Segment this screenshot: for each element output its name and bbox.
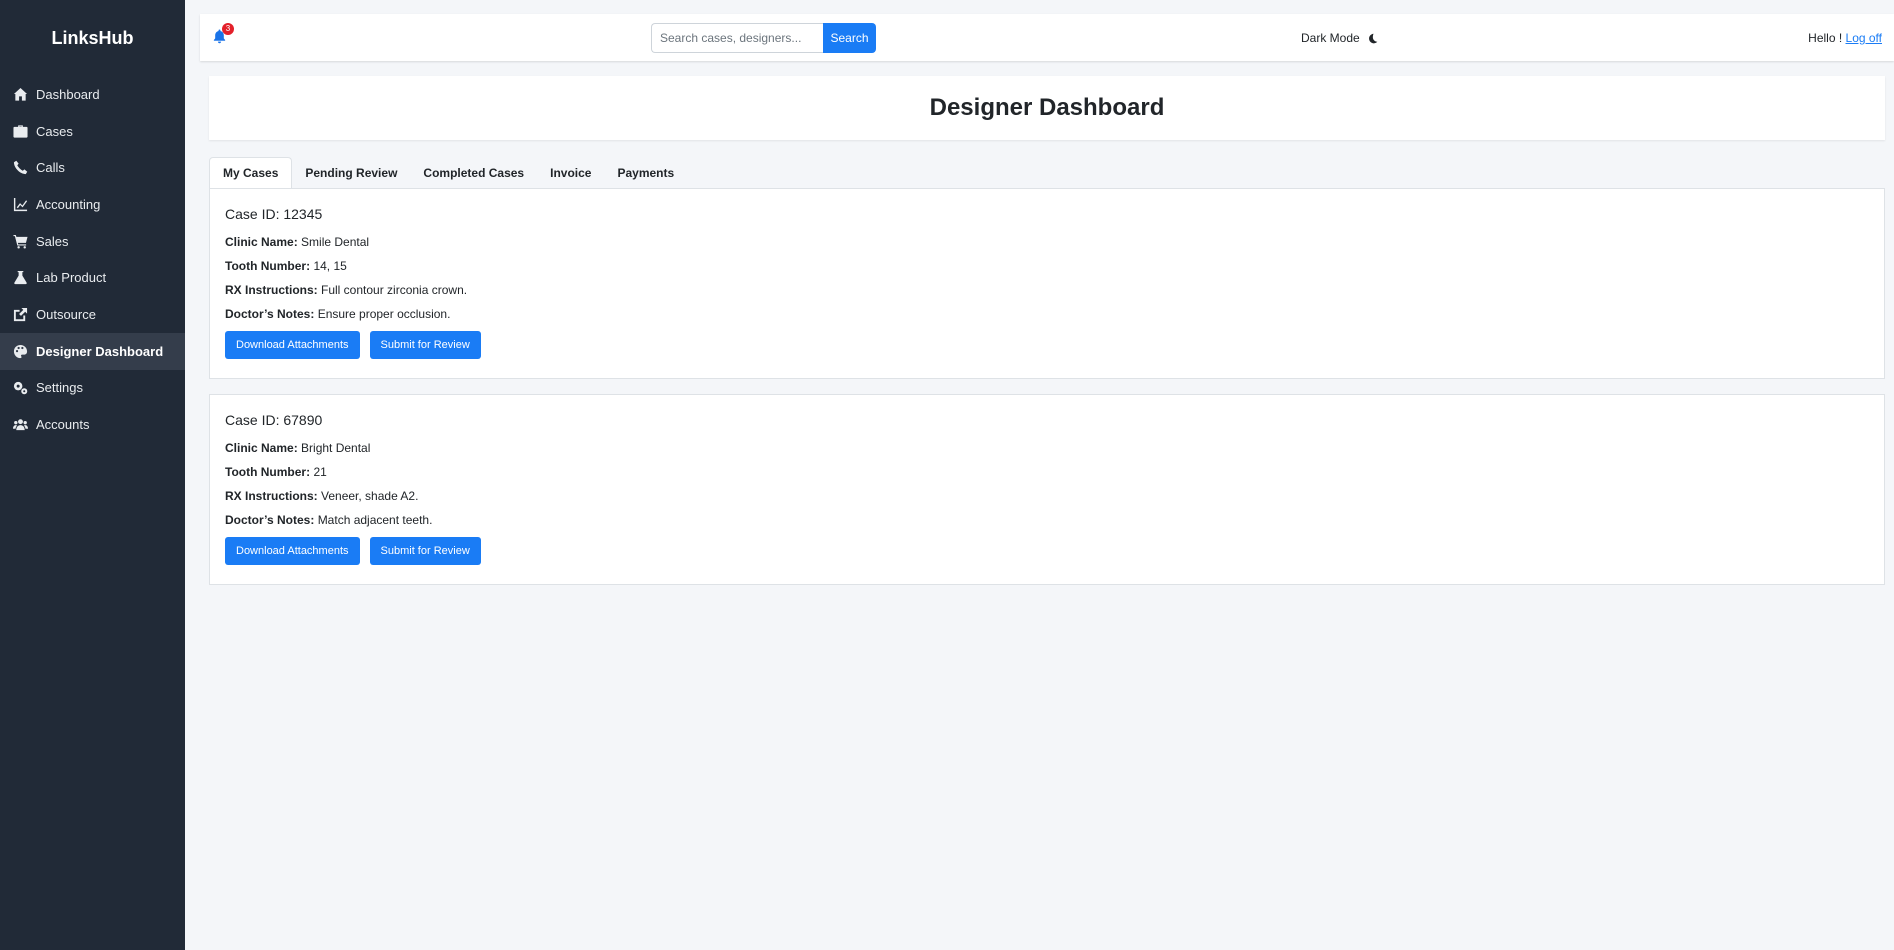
tab-content: Case ID: 12345 Clinic Name: Smile Dental… xyxy=(209,188,1885,600)
clinic-name-field: Clinic Name: Bright Dental xyxy=(225,441,1869,455)
rx-instructions-field: RX Instructions: Full contour zirconia c… xyxy=(225,283,1869,297)
logoff-link[interactable]: Log off xyxy=(1846,31,1882,45)
case-actions: Download Attachments Submit for Review xyxy=(225,331,1869,359)
field-value: 14, 15 xyxy=(313,259,347,273)
users-icon xyxy=(12,417,28,433)
sidebar-item-label: Calls xyxy=(36,160,65,176)
tooth-number-field: Tooth Number: 21 xyxy=(225,465,1869,479)
field-value: Bright Dental xyxy=(301,441,371,455)
sidebar-item-label: Lab Product xyxy=(36,270,107,286)
sidebar-item-lab-product[interactable]: Lab Product xyxy=(0,259,185,296)
doctors-notes-field: Doctor’s Notes: Match adjacent teeth. xyxy=(225,513,1869,527)
topbar: 3 Search Dark Mode Hello ! Log off xyxy=(200,14,1894,61)
tab-bar: My Cases Pending Review Completed Cases … xyxy=(209,157,687,189)
brand-logo[interactable]: LinksHub xyxy=(0,0,185,76)
field-label: Doctor’s Notes: xyxy=(225,513,315,527)
search-button[interactable]: Search xyxy=(823,23,876,53)
rx-instructions-field: RX Instructions: Veneer, shade A2. xyxy=(225,489,1869,503)
sidebar-item-label: Settings xyxy=(36,380,83,396)
tab-payments[interactable]: Payments xyxy=(604,157,687,189)
field-label: RX Instructions: xyxy=(225,489,318,503)
field-value: Smile Dental xyxy=(301,235,370,249)
tooth-number-field: Tooth Number: 14, 15 xyxy=(225,259,1869,273)
palette-icon xyxy=(12,343,28,359)
field-label: Clinic Name: xyxy=(225,235,298,249)
sidebar-item-label: Outsource xyxy=(36,306,96,322)
submit-for-review-button[interactable]: Submit for Review xyxy=(369,331,481,359)
sidebar: LinksHub Dashboard Cases Calls Accountin… xyxy=(0,0,185,950)
field-label: Tooth Number: xyxy=(225,259,311,273)
search-bar: Search xyxy=(651,23,876,53)
sidebar-item-label: Sales xyxy=(36,233,69,249)
field-value: Match adjacent teeth. xyxy=(317,513,433,527)
field-value: Ensure proper occlusion. xyxy=(317,307,451,321)
sidebar-item-calls[interactable]: Calls xyxy=(0,149,185,186)
sidebar-item-cases[interactable]: Cases xyxy=(0,113,185,150)
dark-mode-toggle[interactable]: Dark Mode xyxy=(1301,31,1378,45)
field-value: Full contour zirconia crown. xyxy=(321,283,468,297)
user-greeting: Hello ! Log off xyxy=(1808,31,1882,45)
sidebar-item-label: Dashboard xyxy=(36,86,100,102)
sidebar-item-designer-dashboard[interactable]: Designer Dashboard xyxy=(0,332,185,370)
sidebar-item-label: Designer Dashboard xyxy=(36,343,164,359)
sidebar-item-dashboard[interactable]: Dashboard xyxy=(0,76,185,113)
field-label: RX Instructions: xyxy=(225,283,318,297)
search-input[interactable] xyxy=(651,23,823,53)
sidebar-item-label: Accounting xyxy=(36,196,101,212)
field-value: Veneer, shade A2. xyxy=(321,489,419,503)
page-header: Designer Dashboard xyxy=(209,76,1885,140)
moon-icon xyxy=(1368,33,1377,43)
field-label: Clinic Name: xyxy=(225,441,298,455)
dark-mode-label: Dark Mode xyxy=(1301,31,1360,45)
cart-icon xyxy=(12,233,28,249)
sidebar-item-outsource[interactable]: Outsource xyxy=(0,296,185,333)
flask-icon xyxy=(12,270,28,286)
sidebar-item-accounting[interactable]: Accounting xyxy=(0,186,185,223)
tab-invoice[interactable]: Invoice xyxy=(537,157,604,189)
case-card: Case ID: 67890 Clinic Name: Bright Denta… xyxy=(209,394,1885,585)
case-card: Case ID: 12345 Clinic Name: Smile Dental… xyxy=(209,188,1885,379)
page-title: Designer Dashboard xyxy=(929,94,1165,121)
tab-pending-review[interactable]: Pending Review xyxy=(292,157,410,189)
greeting-text: Hello ! xyxy=(1808,31,1843,45)
doctors-notes-field: Doctor’s Notes: Ensure proper occlusion. xyxy=(225,307,1869,321)
home-icon xyxy=(12,86,28,102)
briefcase-icon xyxy=(12,123,28,139)
case-id: Case ID: 12345 xyxy=(225,206,323,222)
field-label: Tooth Number: xyxy=(225,465,311,479)
download-attachments-button[interactable]: Download Attachments xyxy=(225,537,360,565)
phone-icon xyxy=(12,160,28,176)
sidebar-item-label: Cases xyxy=(36,123,73,139)
notification-badge: 3 xyxy=(222,23,234,35)
sidebar-item-label: Accounts xyxy=(36,417,90,433)
case-actions: Download Attachments Submit for Review xyxy=(225,537,1869,565)
clinic-name-field: Clinic Name: Smile Dental xyxy=(225,235,1869,249)
field-label: Doctor’s Notes: xyxy=(225,307,315,321)
gears-icon xyxy=(12,380,28,396)
sidebar-item-sales[interactable]: Sales xyxy=(0,223,185,260)
field-value: 21 xyxy=(313,465,327,479)
chart-line-icon xyxy=(12,196,28,212)
sidebar-item-settings[interactable]: Settings xyxy=(0,370,185,407)
case-id: Case ID: 67890 xyxy=(225,412,323,428)
tab-my-cases[interactable]: My Cases xyxy=(209,157,293,189)
submit-for-review-button[interactable]: Submit for Review xyxy=(369,537,481,565)
external-link-icon xyxy=(12,306,28,322)
sidebar-item-accounts[interactable]: Accounts xyxy=(0,406,185,443)
tab-completed-cases[interactable]: Completed Cases xyxy=(410,157,537,189)
download-attachments-button[interactable]: Download Attachments xyxy=(225,331,360,359)
